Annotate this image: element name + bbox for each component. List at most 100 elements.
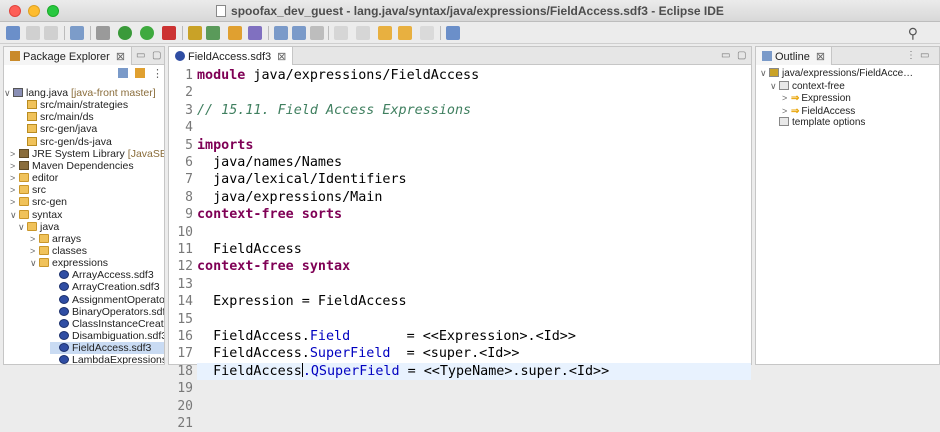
tree-item[interactable]: > src-gen [10, 196, 164, 208]
open-perspective-icon[interactable] [446, 26, 460, 40]
chevron-right-icon[interactable]: > [10, 196, 19, 208]
chevron-right-icon[interactable]: > [30, 245, 39, 257]
show-whitespace-icon[interactable] [310, 26, 324, 40]
tree-item[interactable]: ∨ syntax [10, 209, 164, 221]
chevron-down-icon[interactable]: ∨ [10, 209, 19, 221]
external-tools-icon[interactable] [162, 26, 176, 40]
new-class-icon[interactable] [206, 26, 220, 40]
maximize-icon[interactable]: ▢ [152, 50, 161, 61]
tree-item[interactable]: src/main/ds [18, 111, 164, 123]
open-type-icon[interactable] [228, 26, 242, 40]
outline-item[interactable]: > ⇒ FieldAccess [782, 105, 855, 117]
tree-item[interactable]: src-gen/ds-java [18, 136, 164, 148]
save-all-icon[interactable] [44, 26, 58, 40]
tree-item[interactable]: ∨ expressions [30, 257, 164, 269]
tab-fieldaccess-sdf3[interactable]: FieldAccess.sdf3 ⊠ [169, 47, 294, 65]
search-tool-icon[interactable] [248, 26, 262, 40]
save-icon[interactable] [26, 26, 40, 40]
build-icon[interactable] [70, 26, 84, 40]
new-java-project-icon[interactable] [188, 26, 202, 40]
line-number: 19 [177, 381, 193, 397]
view-menu-icon[interactable]: ⋮ [152, 67, 163, 80]
tree-item[interactable]: ∨ java [18, 221, 164, 233]
close-tab-icon[interactable]: ⊠ [816, 51, 825, 63]
chevron-down-icon[interactable]: ∨ [4, 87, 13, 99]
minimize-icon[interactable]: ▭ [721, 50, 730, 61]
tree-item[interactable]: > editor [10, 172, 164, 184]
toggle-mark-icon[interactable] [274, 26, 288, 40]
toolbar-separator [90, 26, 91, 40]
tree-item[interactable]: ArrayAccess.sdf3 [50, 269, 164, 281]
new-icon[interactable] [6, 26, 20, 40]
tree-item[interactable]: BinaryOperators.sdf: [50, 306, 164, 318]
chevron-down-icon[interactable]: ∨ [30, 257, 39, 269]
tree-item[interactable]: > classes [30, 245, 164, 257]
chevron-right-icon[interactable]: > [782, 105, 791, 117]
chevron-down-icon[interactable]: ∨ [18, 221, 27, 233]
tree-item[interactable]: > Maven Dependencies [10, 160, 164, 172]
tree-item-label: src-gen [32, 196, 68, 209]
debug-icon[interactable] [118, 26, 132, 40]
tree-item[interactable]: FieldAccess.sdf3 [50, 342, 164, 355]
link-with-editor-icon[interactable] [135, 68, 145, 78]
tree-item[interactable]: > arrays [30, 233, 164, 245]
previous-annotation-icon[interactable] [356, 26, 370, 40]
tree-item[interactable]: AssignmentOperator [50, 294, 164, 306]
code-editor[interactable]: 1 2 3 4 5 6 7 8 9 10 11 12 13 14 15 16 17 18 19 20 21 module… [169, 65, 751, 431]
chevron-right-icon[interactable]: > [10, 160, 19, 172]
sdf3-file-icon [59, 294, 69, 304]
module-name: java/expressions/FieldAccess [245, 68, 480, 83]
tree-item[interactable]: src-gen/java [18, 123, 164, 135]
close-tab-icon[interactable]: ⊠ [116, 51, 125, 63]
outline-item[interactable]: > ⇒ Expression [782, 92, 851, 104]
back-icon[interactable] [378, 26, 392, 40]
search-icon[interactable]: ⚲ [908, 25, 918, 42]
package-explorer-panel: Package Explorer ⊠ ▭ ▢ ⋮ ∨ lang.java [java-… [3, 46, 165, 365]
run-icon[interactable] [140, 26, 154, 40]
toggle-block-icon[interactable] [292, 26, 306, 40]
chevron-right-icon[interactable]: > [782, 92, 791, 104]
folder-icon [27, 221, 37, 231]
maximize-icon[interactable]: ▢ [737, 50, 746, 61]
chevron-down-icon[interactable]: ∨ [770, 80, 779, 92]
tree-item[interactable]: Disambiguation.sdf3 [50, 330, 164, 342]
close-tab-icon[interactable]: ⊠ [277, 51, 286, 63]
toolbar-separator [64, 26, 65, 40]
code-line-12: FieldAccess [197, 242, 302, 257]
tree-item[interactable]: src/main/strategies [18, 99, 164, 111]
tree-item[interactable]: ClassInstanceCreatic [50, 318, 164, 330]
chevron-right-icon[interactable]: > [10, 148, 19, 160]
tab-label: Package Explorer [23, 51, 110, 63]
forward-icon[interactable] [398, 26, 412, 40]
tree-item-label: JRE System Library [32, 147, 125, 160]
collapse-all-icon[interactable] [118, 68, 128, 78]
tree-item[interactable]: ArrayCreation.sdf3 [50, 281, 164, 293]
tree-item-label: Maven Dependencies [32, 159, 134, 172]
sdf3-file-icon [59, 355, 69, 364]
last-edit-icon[interactable] [420, 26, 434, 40]
next-annotation-icon[interactable] [334, 26, 348, 40]
outline-tree: ∨ java/expressions/FieldAcce… ∨ context-fre… [756, 67, 939, 364]
tree-item[interactable]: > JRE System Library[JavaSE- [10, 148, 164, 160]
chevron-right-icon[interactable]: > [10, 184, 19, 196]
outline-item[interactable]: ∨ java/expressions/FieldAcce… [760, 67, 913, 79]
chevron-right-icon[interactable]: > [10, 172, 19, 184]
skip-breakpoints-icon[interactable] [96, 26, 110, 40]
tab-package-explorer[interactable]: Package Explorer ⊠ [4, 47, 133, 65]
library-icon [19, 160, 29, 170]
chevron-right-icon[interactable]: > [30, 233, 39, 245]
tree-item-label: ArrayCreation.sdf3 [72, 281, 160, 294]
minimize-icon[interactable]: ▭ [136, 50, 145, 61]
tree-item[interactable]: ∨ lang.java [java-front master] [4, 87, 164, 99]
minimize-icon[interactable]: ▭ [920, 50, 929, 61]
view-menu-icon[interactable]: ⋮ [906, 50, 916, 61]
tree-item-label: src-gen/java [40, 123, 98, 136]
outline-item[interactable]: template options [770, 117, 865, 129]
chevron-down-icon[interactable]: ∨ [760, 67, 769, 79]
tree-item[interactable]: LambdaExpressions. [50, 354, 164, 364]
tree-item-label: FieldAccess.sdf3 [72, 342, 152, 355]
tree-item[interactable]: > src [10, 184, 164, 196]
folder-icon [39, 245, 49, 255]
tab-outline[interactable]: Outline ⊠ [756, 47, 833, 65]
outline-item[interactable]: ∨ context-free [770, 80, 845, 92]
